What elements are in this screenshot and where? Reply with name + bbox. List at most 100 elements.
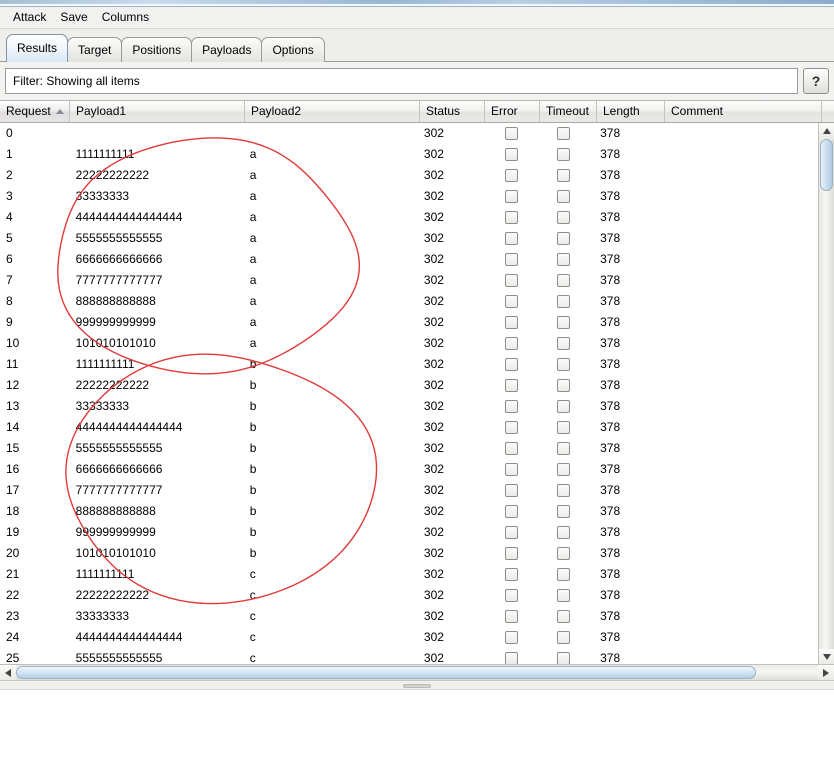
scroll-down-button[interactable] [819, 649, 834, 665]
column-header-payload1[interactable]: Payload1 [70, 101, 245, 122]
table-row[interactable]: 12 22222222222 b 302 378 [0, 375, 818, 396]
timeout-checkbox[interactable] [557, 526, 571, 539]
table-row[interactable]: 4 4444444444444444 a 302 378 [0, 207, 818, 228]
table-row[interactable]: 9 999999999999 a 302 378 [0, 312, 818, 333]
timeout-checkbox[interactable] [557, 379, 571, 392]
error-checkbox[interactable] [504, 316, 518, 329]
table-row[interactable]: 22 22222222222 c 302 378 [0, 585, 818, 606]
table-row[interactable]: 18 888888888888 b 302 378 [0, 501, 818, 522]
column-header-error[interactable]: Error [485, 101, 540, 122]
table-row[interactable]: 17 7777777777777 b 302 378 [0, 480, 818, 501]
menu-item-save[interactable]: Save [53, 9, 94, 27]
error-checkbox[interactable] [504, 589, 518, 602]
error-checkbox[interactable] [504, 379, 518, 392]
table-row[interactable]: 24 4444444444444444 c 302 378 [0, 627, 818, 648]
column-header-status[interactable]: Status [420, 101, 485, 122]
timeout-checkbox[interactable] [557, 505, 571, 518]
timeout-checkbox[interactable] [557, 190, 571, 203]
error-checkbox[interactable] [504, 148, 518, 161]
table-row[interactable]: 13 33333333 b 302 378 [0, 396, 818, 417]
horizontal-scrollbar[interactable] [0, 664, 834, 680]
tab-positions[interactable]: Positions [121, 37, 193, 62]
table-row[interactable]: 6 6666666666666 a 302 378 [0, 249, 818, 270]
error-checkbox[interactable] [504, 274, 518, 287]
error-checkbox[interactable] [504, 463, 518, 476]
error-checkbox[interactable] [504, 568, 518, 581]
error-checkbox[interactable] [504, 295, 518, 308]
timeout-checkbox[interactable] [557, 442, 571, 455]
column-header-payload2[interactable]: Payload2 [245, 101, 420, 122]
timeout-checkbox[interactable] [557, 274, 571, 287]
tab-options[interactable]: Options [261, 37, 325, 62]
table-row[interactable]: 15 5555555555555 b 302 378 [0, 438, 818, 459]
table-row[interactable]: 1 1111111111 a 302 378 [0, 144, 818, 165]
table-row[interactable]: 19 999999999999 b 302 378 [0, 522, 818, 543]
table-row[interactable]: 2 22222222222 a 302 378 [0, 165, 818, 186]
timeout-checkbox[interactable] [557, 169, 571, 182]
help-button[interactable]: ? [803, 68, 829, 94]
column-header-request[interactable]: Request [0, 101, 70, 122]
table-row[interactable]: 3 33333333 a 302 378 [0, 186, 818, 207]
table-row[interactable]: 7 7777777777777 a 302 378 [0, 270, 818, 291]
timeout-checkbox[interactable] [557, 484, 571, 497]
horizontal-scroll-track[interactable] [16, 665, 818, 680]
timeout-checkbox[interactable] [557, 463, 571, 476]
horizontal-scroll-thumb[interactable] [16, 666, 756, 679]
error-checkbox[interactable] [504, 127, 518, 140]
error-checkbox[interactable] [504, 169, 518, 182]
tab-payloads[interactable]: Payloads [191, 37, 263, 62]
vertical-scrollbar[interactable] [818, 123, 834, 665]
timeout-checkbox[interactable] [557, 421, 571, 434]
error-checkbox[interactable] [504, 253, 518, 266]
filter-field[interactable]: Filter: Showing all items [5, 68, 798, 94]
error-checkbox[interactable] [504, 442, 518, 455]
scroll-right-button[interactable] [818, 665, 834, 680]
error-checkbox[interactable] [504, 505, 518, 518]
timeout-checkbox[interactable] [557, 337, 571, 350]
error-checkbox[interactable] [504, 631, 518, 644]
timeout-checkbox[interactable] [557, 358, 571, 371]
table-row[interactable]: 16 6666666666666 b 302 378 [0, 459, 818, 480]
column-header-comment[interactable]: Comment [665, 101, 822, 122]
table-row[interactable]: 10 101010101010 a 302 378 [0, 333, 818, 354]
tab-target[interactable]: Target [67, 37, 123, 62]
column-header-length[interactable]: Length [597, 101, 665, 122]
table-row[interactable]: 21 1111111111 c 302 378 [0, 564, 818, 585]
scroll-left-button[interactable] [0, 665, 16, 680]
timeout-checkbox[interactable] [557, 547, 571, 560]
error-checkbox[interactable] [504, 610, 518, 623]
timeout-checkbox[interactable] [557, 316, 571, 329]
table-row[interactable]: 8 888888888888 a 302 378 [0, 291, 818, 312]
timeout-checkbox[interactable] [557, 610, 571, 623]
vertical-scroll-thumb[interactable] [820, 139, 833, 191]
error-checkbox[interactable] [504, 526, 518, 539]
error-checkbox[interactable] [504, 400, 518, 413]
menu-item-columns[interactable]: Columns [95, 9, 156, 27]
table-row[interactable]: 5 5555555555555 a 302 378 [0, 228, 818, 249]
table-row[interactable]: 23 33333333 c 302 378 [0, 606, 818, 627]
table-row[interactable]: 14 4444444444444444 b 302 378 [0, 417, 818, 438]
tab-results[interactable]: Results [6, 34, 69, 62]
error-checkbox[interactable] [504, 337, 518, 350]
menu-item-attack[interactable]: Attack [6, 9, 53, 27]
error-checkbox[interactable] [504, 211, 518, 224]
timeout-checkbox[interactable] [557, 253, 571, 266]
timeout-checkbox[interactable] [557, 589, 571, 602]
timeout-checkbox[interactable] [557, 400, 571, 413]
table-row[interactable]: 0 302 378 [0, 123, 818, 144]
column-header-timeout[interactable]: Timeout [540, 101, 597, 122]
pane-splitter[interactable] [0, 680, 834, 690]
error-checkbox[interactable] [504, 358, 518, 371]
timeout-checkbox[interactable] [557, 127, 571, 140]
timeout-checkbox[interactable] [557, 568, 571, 581]
timeout-checkbox[interactable] [557, 631, 571, 644]
vertical-scroll-track[interactable] [819, 139, 834, 649]
timeout-checkbox[interactable] [557, 295, 571, 308]
error-checkbox[interactable] [504, 421, 518, 434]
timeout-checkbox[interactable] [557, 232, 571, 245]
error-checkbox[interactable] [504, 484, 518, 497]
scroll-up-button[interactable] [819, 123, 834, 139]
table-row[interactable]: 11 1111111111 b 302 378 [0, 354, 818, 375]
table-row[interactable]: 25 5555555555555 c 302 378 [0, 648, 818, 665]
timeout-checkbox[interactable] [557, 211, 571, 224]
